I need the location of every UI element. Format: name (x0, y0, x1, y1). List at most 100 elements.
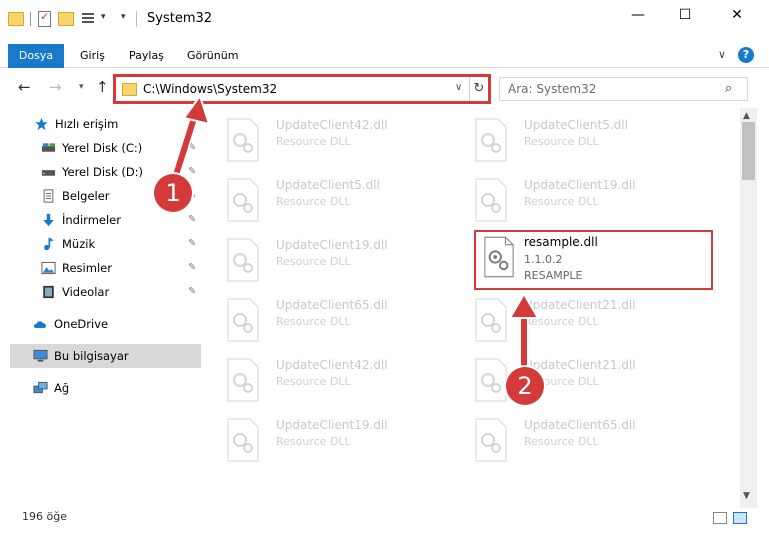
pin-icon[interactable]: ✎ (188, 208, 196, 232)
ribbon-tabs: Dosya Giriş Paylaş Görünüm ∨ ? (0, 44, 769, 68)
dll-file-icon (227, 298, 259, 342)
file-name: UpdateClient5.dll (524, 118, 628, 132)
dll-file-icon (227, 238, 259, 282)
sidebar-item-label: Yerel Disk (C:) (62, 141, 143, 155)
new-folder-icon[interactable] (58, 12, 74, 26)
ribbon-expand-icon[interactable]: ∨ (718, 48, 726, 61)
title-bar: ▾ ▾ System32 — ☐ ✕ (0, 0, 769, 38)
highlighted-file-resample[interactable]: resample.dll 1.1.0.2 RESAMPLE (474, 230, 713, 290)
sidebar-item-this-pc[interactable]: Bu bilgisayar (10, 344, 201, 368)
dll-file-icon (475, 418, 507, 462)
pin-icon[interactable]: ✎ (188, 232, 196, 256)
chevron-down-icon[interactable]: ▾ (101, 12, 106, 22)
minimize-button[interactable]: — (615, 0, 661, 30)
list-item[interactable]: UpdateClient21.dll Resource DLL (456, 292, 681, 350)
file-name: UpdateClient42.dll (276, 358, 388, 372)
list-item[interactable]: UpdateClient21.dll Resource DLL (456, 352, 681, 410)
window-title: System32 (147, 11, 213, 26)
search-input[interactable] (508, 81, 718, 97)
address-path[interactable]: C:\Windows\System32 (143, 82, 277, 96)
sidebar-item-quick-access[interactable]: Hızlı erişim (10, 112, 201, 136)
file-description: Resource DLL (276, 315, 351, 328)
address-bar[interactable]: C:\Windows\System32 ∨ ↻ (113, 74, 491, 104)
refresh-button[interactable]: ↻ (469, 77, 488, 101)
scroll-down-icon[interactable]: ▼ (743, 491, 750, 501)
help-icon[interactable]: ? (738, 47, 754, 63)
list-item[interactable]: UpdateClient19.dll Resource DLL (208, 232, 433, 290)
network-icon (33, 381, 48, 394)
tab-file[interactable]: Dosya (8, 44, 64, 68)
dll-file-icon (227, 118, 259, 162)
pin-icon[interactable]: ✎ (188, 160, 196, 184)
customize-toolbar-icon[interactable] (82, 12, 96, 26)
cloud-icon (33, 321, 46, 329)
details-view-icon[interactable] (713, 512, 727, 524)
sidebar-item-label: Resimler (62, 261, 112, 275)
step-2-badge: 2 (506, 367, 544, 405)
list-item[interactable]: UpdateClient5.dll Resource DLL (456, 112, 681, 170)
close-button[interactable]: ✕ (714, 0, 760, 30)
recent-locations-icon[interactable]: ▾ (79, 82, 84, 92)
search-box[interactable]: ⌕ (499, 77, 748, 101)
list-item[interactable]: UpdateClient19.dll Resource DLL (456, 172, 681, 230)
up-button[interactable]: ↑ (96, 78, 109, 96)
computer-icon (33, 349, 48, 362)
sidebar-item-videos[interactable]: Videolar ✎ (10, 280, 201, 304)
list-item[interactable]: UpdateClient65.dll Resource DLL (208, 292, 433, 350)
list-item[interactable]: UpdateClient5.dll Resource DLL (208, 172, 433, 230)
dll-file-icon (227, 418, 259, 462)
file-name: UpdateClient19.dll (524, 178, 636, 192)
maximize-button[interactable]: ☐ (662, 0, 708, 30)
sidebar-item-label: Müzik (62, 237, 96, 251)
dll-file-icon (475, 358, 507, 402)
quick-access-separator (30, 12, 31, 26)
dll-file-icon (475, 178, 507, 222)
tab-home[interactable]: Giriş (80, 44, 105, 68)
folder-icon (122, 83, 137, 96)
tab-view[interactable]: Görünüm (187, 44, 238, 68)
scroll-thumb[interactable] (742, 122, 755, 180)
tiles-view-icon[interactable] (733, 512, 747, 524)
sidebar-item-onedrive[interactable]: OneDrive (10, 312, 201, 336)
sidebar-item-label: Bu bilgisayar (54, 349, 129, 363)
properties-icon[interactable] (38, 10, 51, 27)
file-description: Resource DLL (524, 315, 599, 328)
sidebar-item-music[interactable]: Müzik ✎ (10, 232, 201, 256)
list-item[interactable]: UpdateClient42.dll Resource DLL (208, 352, 433, 410)
forward-button[interactable]: → (49, 78, 62, 96)
sidebar-item-label: İndirmeler (62, 213, 121, 227)
step-1-badge: 1 (154, 174, 192, 212)
back-button[interactable]: ← (18, 78, 31, 96)
sidebar-item-network[interactable]: Ağ (10, 376, 201, 400)
navigation-pane: Hızlı erişim Yerel Disk (C:) ✎ Yerel Dis… (0, 108, 205, 508)
list-item[interactable]: UpdateClient19.dll Resource DLL (208, 412, 433, 470)
list-item[interactable]: UpdateClient42.dll Resource DLL (208, 112, 433, 170)
tab-share[interactable]: Paylaş (129, 44, 164, 68)
sidebar-item-local-disk-c[interactable]: Yerel Disk (C:) ✎ (10, 136, 201, 160)
search-icon[interactable]: ⌕ (725, 81, 732, 96)
file-name: UpdateClient19.dll (276, 418, 388, 432)
file-name: UpdateClient5.dll (276, 178, 380, 192)
pin-icon[interactable]: ✎ (188, 256, 196, 280)
file-name: UpdateClient65.dll (276, 298, 388, 312)
sidebar-item-label: OneDrive (54, 317, 109, 331)
file-description: RESAMPLE (524, 269, 583, 282)
vertical-scrollbar[interactable]: ▲ ▼ (740, 108, 757, 508)
sidebar-item-label: Belgeler (62, 189, 110, 203)
file-description: Resource DLL (276, 435, 351, 448)
drive-icon (41, 170, 56, 176)
star-icon (35, 117, 48, 131)
title-separator (136, 11, 137, 27)
pin-icon[interactable]: ✎ (188, 280, 196, 304)
drive-icon (41, 143, 56, 152)
quick-access-dropdown-icon[interactable]: ▾ (121, 12, 126, 22)
document-icon (43, 189, 54, 203)
file-name: UpdateClient21.dll (524, 298, 636, 312)
picture-icon (41, 261, 56, 275)
file-name: UpdateClient19.dll (276, 238, 388, 252)
list-item[interactable]: UpdateClient65.dll Resource DLL (456, 412, 681, 470)
scroll-up-icon[interactable]: ▲ (743, 111, 750, 121)
chevron-down-icon[interactable]: ∨ (455, 82, 462, 93)
pin-icon[interactable]: ✎ (188, 136, 196, 160)
sidebar-item-pictures[interactable]: Resimler ✎ (10, 256, 201, 280)
